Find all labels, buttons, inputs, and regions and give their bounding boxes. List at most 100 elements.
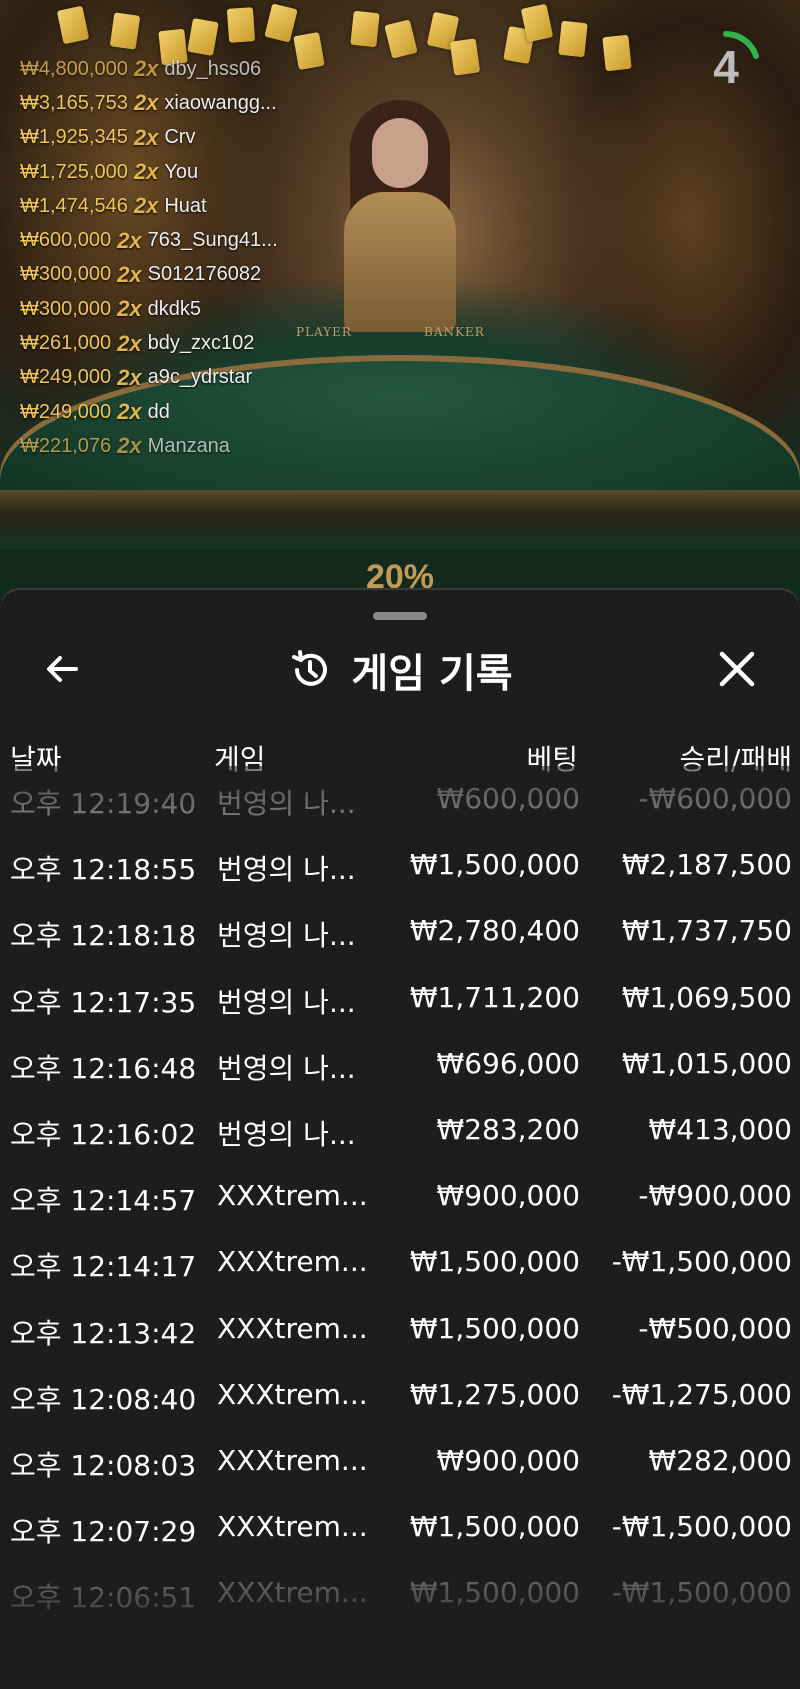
row-bet: ₩1,500,000: [409, 848, 580, 882]
row-result: ₩1,737,750: [621, 914, 792, 948]
big-win-multiplier: 2x: [133, 124, 159, 150]
big-win-amount: ₩600,000: [20, 229, 112, 252]
gold-card-decoration: [187, 18, 219, 56]
row-bet: ₩2,780,400: [409, 914, 580, 948]
row-date: 오후 12:14:17: [10, 1250, 197, 1284]
big-win-user: S012176082: [147, 263, 262, 286]
close-button[interactable]: [712, 644, 762, 694]
row-bet: ₩900,000: [436, 1444, 580, 1477]
history-row[interactable]: 오후 12:08:40 XXXtrem... ₩1,275,000 -₩1,275,0…: [0, 1362, 800, 1428]
big-win-row: ₩249,000 2x a9c_ydrstar: [20, 361, 350, 395]
big-win-user: Huat: [164, 194, 207, 217]
dealer: [330, 100, 470, 332]
row-game: 번영의 나...: [217, 787, 356, 820]
big-win-row: ₩300,000 2x S012176082: [20, 258, 350, 292]
row-bet: ₩1,500,000: [409, 1576, 580, 1610]
row-date: 오후 12:19:40: [10, 787, 197, 820]
live-game-view: PLAYER BANKER 4 ₩4,800,000 2x dby_hss06 ₩3,…: [0, 0, 800, 600]
history-row[interactable]: 오후 12:19:40 번영의 나... ₩600,000 -₩600,000: [0, 766, 800, 832]
row-game: XXXtrem...: [217, 1444, 368, 1477]
gold-card-decoration: [558, 20, 588, 58]
row-bet: ₩600,000: [436, 782, 580, 815]
big-win-user: a9c_ydrstar: [147, 366, 253, 389]
big-win-amount: ₩3,165,753: [20, 91, 128, 114]
big-win-multiplier: 2x: [133, 159, 159, 185]
big-win-amount: ₩221,076: [20, 434, 112, 457]
row-game: 번영의 나...: [217, 919, 356, 953]
gold-card-decoration: [384, 19, 418, 59]
row-bet: ₩1,500,000: [409, 1510, 580, 1544]
row-game: 번영의 나...: [217, 1051, 356, 1085]
history-row[interactable]: 오후 12:14:17 XXXtrem... ₩1,500,000 -₩1,500,0…: [0, 1229, 800, 1295]
row-result: -₩600,000: [638, 782, 792, 815]
row-result: -₩1,500,000: [611, 1245, 792, 1279]
big-win-multiplier: 2x: [117, 227, 142, 253]
big-win-row: ₩3,165,753 2x xiaowangg...: [20, 86, 350, 120]
history-row[interactable]: 오후 12:18:55 번영의 나... ₩1,500,000 ₩2,187,500: [0, 832, 800, 898]
gold-card-decoration: [264, 3, 298, 43]
row-game: XXXtrem...: [217, 1179, 368, 1213]
history-row[interactable]: 오후 12:06:51 XXXtrem... ₩1,500,000 -₩1,500,0…: [0, 1560, 800, 1626]
row-game: 번영의 나...: [217, 1118, 356, 1151]
gold-card-decoration: [56, 5, 90, 45]
sheet-header: 게임 기록: [0, 640, 800, 700]
history-row[interactable]: 오후 12:16:02 번영의 나... ₩283,200 ₩413,000: [0, 1097, 800, 1163]
row-date: 오후 12:17:35: [10, 985, 197, 1019]
big-win-multiplier: 2x: [117, 399, 142, 425]
big-win-amount: ₩1,925,345: [20, 126, 128, 149]
big-win-user: dkdk5: [147, 297, 202, 320]
history-row[interactable]: 오후 12:16:48 번영의 나... ₩696,000 ₩1,015,000: [0, 1031, 800, 1097]
big-win-amount: ₩249,000: [20, 366, 112, 389]
row-result: -₩1,275,000: [611, 1377, 792, 1411]
row-bet: ₩1,711,200: [409, 980, 580, 1014]
gold-card-decoration: [602, 34, 632, 72]
countdown-value: 4: [713, 41, 739, 93]
page-title: 게임 기록: [351, 651, 513, 697]
row-result: -₩1,500,000: [611, 1510, 792, 1544]
big-win-row: ₩1,925,345 2x Crv: [20, 121, 350, 155]
history-row[interactable]: 오후 12:18:18 번영의 나... ₩2,780,400 ₩1,737,750: [0, 898, 800, 964]
big-win-user: dd: [147, 400, 170, 423]
row-game: XXXtrem...: [217, 1576, 368, 1610]
big-win-user: You: [164, 160, 199, 183]
row-game: XXXtrem...: [217, 1245, 368, 1279]
table-label-banker: BANKER: [424, 325, 485, 339]
row-date: 오후 12:16:48: [10, 1051, 197, 1085]
history-row[interactable]: 오후 12:14:57 XXXtrem... ₩900,000 -₩900,000: [0, 1163, 800, 1229]
row-bet: ₩1,275,000: [409, 1377, 580, 1411]
big-win-row: ₩1,474,546 2x Huat: [20, 189, 350, 223]
big-win-amount: ₩4,800,000: [20, 57, 128, 80]
big-win-user: dby_hss06: [164, 57, 262, 80]
big-win-user: bdy_zxc102: [147, 332, 255, 355]
row-result: -₩1,500,000: [611, 1576, 792, 1610]
drag-handle[interactable]: [373, 612, 427, 620]
big-wins-list: ₩4,800,000 2x dby_hss06 ₩3,165,753 2x xiaowan…: [20, 52, 350, 464]
history-row[interactable]: 오후 12:17:35 번영의 나... ₩1,711,200 ₩1,069,500: [0, 965, 800, 1031]
row-result: ₩1,069,500: [621, 980, 792, 1014]
row-result: -₩900,000: [638, 1179, 792, 1213]
history-row[interactable]: 오후 12:08:03 XXXtrem... ₩900,000 ₩282,000: [0, 1428, 800, 1494]
big-win-amount: ₩249,000: [20, 400, 112, 423]
row-result: ₩282,000: [648, 1444, 792, 1477]
row-game: XXXtrem...: [217, 1510, 368, 1544]
big-win-row: ₩300,000 2x dkdk5: [20, 292, 350, 326]
row-date: 오후 12:16:02: [10, 1118, 197, 1151]
row-game: 번영의 나...: [217, 853, 356, 887]
history-row[interactable]: 오후 12:13:42 XXXtrem... ₩1,500,000 -₩500,000: [0, 1296, 800, 1362]
big-win-multiplier: 2x: [117, 261, 142, 287]
row-result: ₩2,187,500: [621, 848, 792, 882]
row-date: 오후 12:08:40: [10, 1382, 197, 1416]
row-bet: ₩900,000: [436, 1179, 580, 1213]
big-win-row: ₩4,800,000 2x dby_hss06: [20, 52, 350, 86]
row-date: 오후 12:06:51: [10, 1581, 197, 1615]
row-bet: ₩1,500,000: [409, 1311, 580, 1345]
history-row[interactable]: 오후 12:07:29 XXXtrem... ₩1,500,000 -₩1,500,0…: [0, 1494, 800, 1560]
row-game: XXXtrem...: [217, 1377, 368, 1411]
big-win-multiplier: 2x: [133, 56, 159, 82]
big-win-amount: ₩1,725,000: [20, 160, 128, 183]
row-date: 오후 12:07:29: [10, 1515, 197, 1549]
big-win-multiplier: 2x: [133, 193, 159, 219]
big-win-multiplier: 2x: [117, 330, 142, 356]
row-date: 오후 12:18:18: [10, 919, 197, 953]
row-date: 오후 12:13:42: [10, 1316, 197, 1350]
